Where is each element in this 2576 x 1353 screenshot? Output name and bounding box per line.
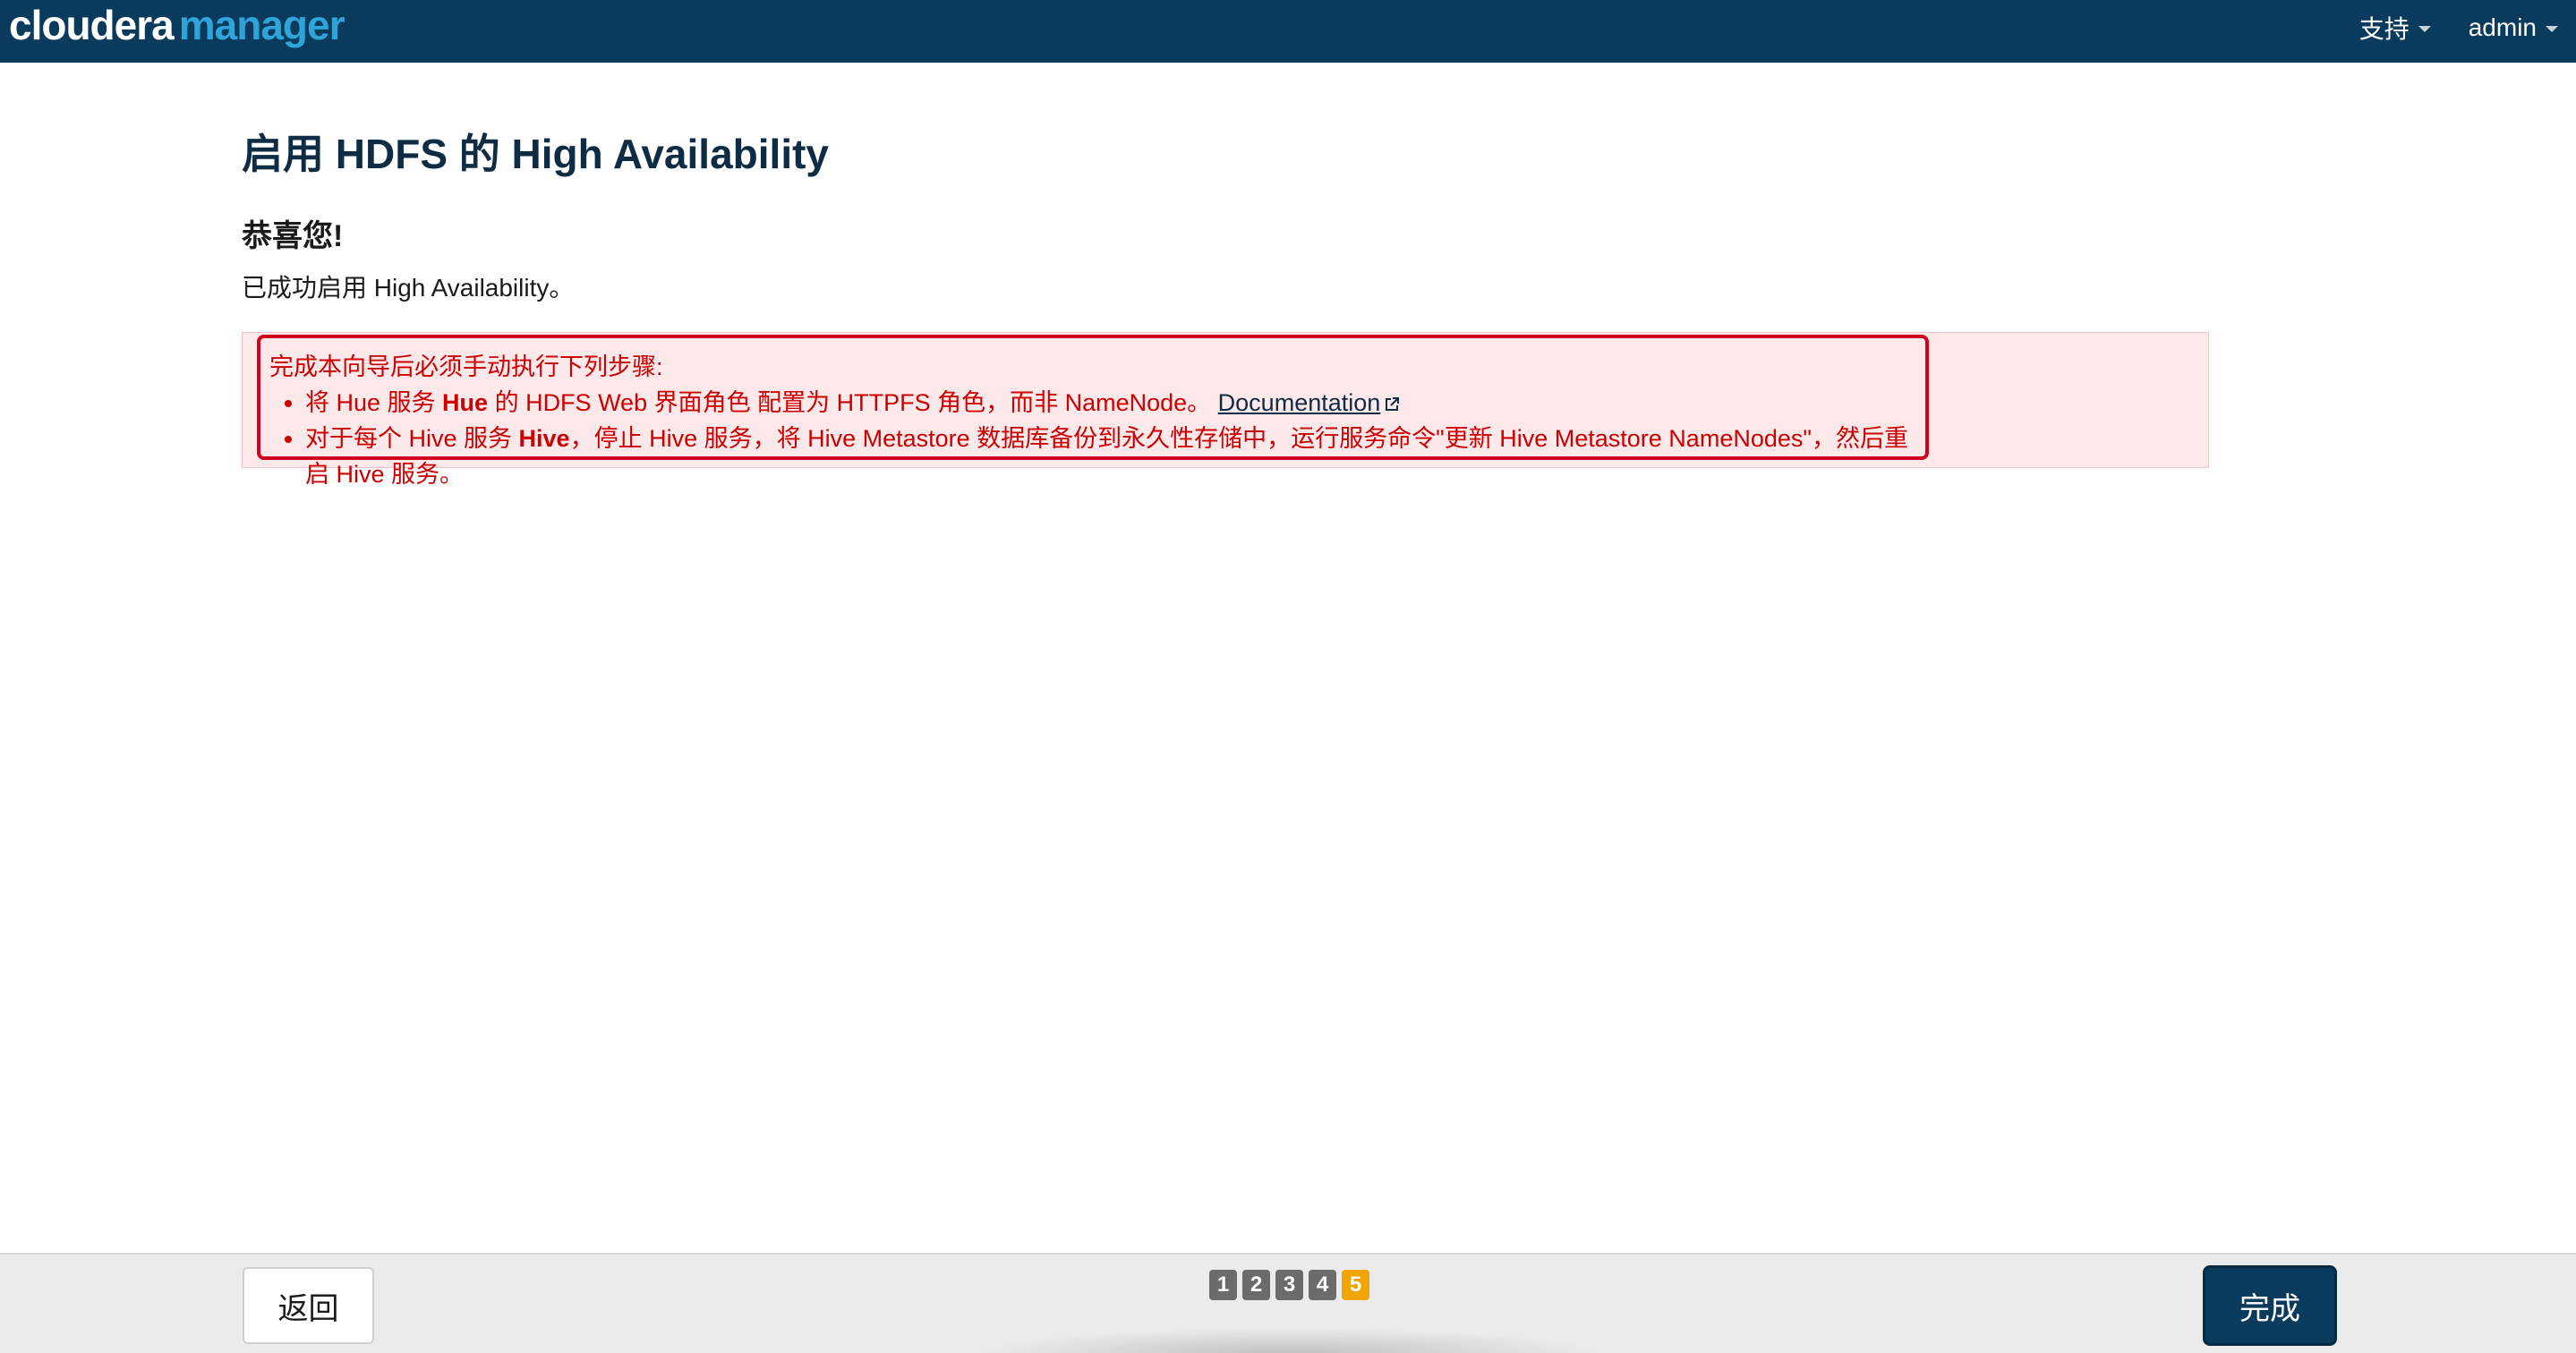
step-text-post: 的 HDFS Web 界面角色 配置为 HTTPFS 角色，而非 NameNod… [488,389,1218,416]
chevron-down-icon [2546,25,2558,32]
step-text-pre: 将 Hue 服务 [305,389,443,416]
alert-intro: 完成本向导后必须手动执行下列步骤: [269,353,663,380]
wizard-footer: 返回 1 2 3 4 5 完成 [0,1253,2576,1353]
external-link-icon [1386,396,1400,411]
manual-steps-list: 将 Hue 服务 Hue 的 HDFS Web 界面角色 配置为 HTTPFS … [269,385,1916,492]
user-menu-label: admin [2468,13,2537,41]
documentation-link[interactable]: Documentation [1218,389,1381,416]
step-5-current: 5 [1342,1270,1369,1300]
congrats-heading: 恭喜您! [242,219,344,253]
user-menu[interactable]: admin [2469,13,2558,42]
main-content: 启用 HDFS 的 High Availability 恭喜您! 已成功启用 H… [242,63,2211,304]
step-1: 1 [1209,1270,1237,1300]
cloudera-manager-logo[interactable]: cloudera manager [9,0,345,50]
alert-highlight-box: 完成本向导后必须手动执行下列步骤: 将 Hue 服务 Hue 的 HDFS We… [257,335,1929,488]
step-3: 3 [1275,1270,1303,1300]
page-title: 启用 HDFS 的 High Availability [242,131,829,177]
finish-button[interactable]: 完成 [2203,1265,2337,1346]
support-menu[interactable]: 支持 [2359,10,2431,46]
top-nav-bar: cloudera manager 支持 admin [0,0,2576,63]
step-4: 4 [1309,1270,1336,1300]
wizard-step-indicator: 1 2 3 4 5 [1209,1270,1369,1300]
chevron-down-icon [2418,25,2431,32]
list-item: 将 Hue 服务 Hue 的 HDFS Web 界面角色 配置为 HTTPFS … [305,385,1916,421]
hive-service-name: Hive [518,425,570,452]
back-button[interactable]: 返回 [243,1267,374,1344]
logo-product-text: manager [178,2,345,48]
footer-shadow [976,1328,1602,1353]
support-menu-label: 支持 [2358,15,2410,43]
logo-brand-text: cloudera [9,2,175,48]
post-wizard-alert: 完成本向导后必须手动执行下列步骤: 将 Hue 服务 Hue 的 HDFS We… [242,332,2209,488]
step-text-pre: 对于每个 Hive 服务 [305,425,519,452]
hue-service-name: Hue [442,389,489,416]
success-message: 已成功启用 High Availability。 [242,274,575,302]
top-nav-menu: 支持 admin [2359,0,2558,55]
list-item: 对于每个 Hive 服务 Hive，停止 Hive 服务，将 Hive Meta… [305,421,1916,492]
step-2: 2 [1242,1270,1270,1300]
